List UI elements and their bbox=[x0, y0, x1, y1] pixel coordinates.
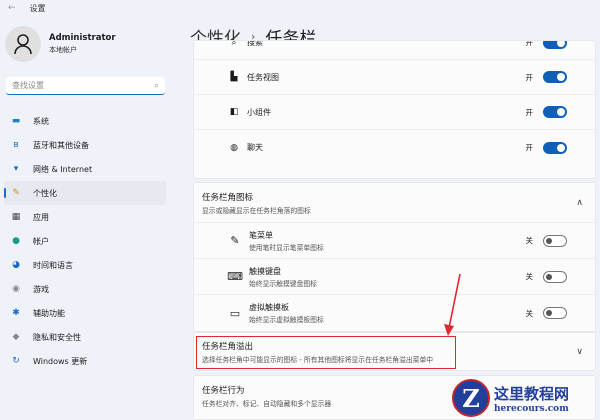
sidebar-item[interactable]: ◆ 隐私和安全性 bbox=[4, 325, 166, 349]
nav-icon: ▾ bbox=[13, 164, 19, 174]
nav-icon: ● bbox=[12, 236, 20, 246]
sidebar-item-label: 游戏 bbox=[33, 284, 49, 294]
toggle-state: 关 bbox=[525, 236, 534, 245]
annotation-arrow-icon bbox=[444, 273, 461, 336]
sidebar-item-label: 网络 & Internet bbox=[33, 164, 93, 174]
sidebar-item[interactable]: ✎ 个性化 bbox=[4, 181, 166, 205]
item-label: 笔菜单 bbox=[249, 230, 273, 240]
toggle-switch[interactable] bbox=[543, 307, 567, 319]
nav-icon: ◕ bbox=[12, 260, 20, 270]
sidebar-item-label: 隐私和安全性 bbox=[33, 332, 81, 342]
search-placeholder: 查找设置 bbox=[12, 81, 44, 90]
nav-icon: ✎ bbox=[12, 188, 20, 198]
toggle-state: 开 bbox=[525, 40, 534, 47]
toggle-row: ◍ 聊天 开 bbox=[194, 130, 595, 165]
item-label: 搜索 bbox=[247, 40, 263, 47]
sidebar-item-label: 系统 bbox=[33, 116, 49, 126]
nav-icon: ◉ bbox=[12, 284, 20, 294]
item-icon: ◧ bbox=[229, 107, 239, 117]
nav-icon: ↻ bbox=[12, 356, 20, 366]
window-title: 设置 bbox=[29, 3, 46, 13]
section-title: 任务栏行为 bbox=[202, 386, 245, 396]
title-bar: ← 设置 bbox=[8, 1, 46, 15]
corner-icons-header[interactable]: 任务栏角图标 显示或隐藏显示在任务栏角落的图标 ∧ bbox=[194, 183, 595, 223]
chevron-up-icon[interactable]: ∧ bbox=[576, 198, 583, 208]
toggle-state: 关 bbox=[525, 272, 534, 281]
search-icon: ⌕ bbox=[154, 80, 159, 90]
item-label: 小组件 bbox=[247, 107, 271, 117]
watermark-logo: Z bbox=[452, 379, 490, 417]
toggle-switch[interactable] bbox=[543, 234, 567, 247]
taskbar-items-card: ⌕ 搜索开 ▙ 任务视图开 ◧ 小组件开 ◍ 聊天开 bbox=[193, 40, 596, 179]
search-input[interactable]: 查找设置 ⌕ bbox=[6, 77, 165, 95]
item-label: 任务视图 bbox=[247, 72, 279, 82]
avatar bbox=[5, 26, 41, 62]
toggle-row: ⌕ 搜索 开 bbox=[194, 40, 595, 60]
sidebar-item[interactable]: ● 帐户 bbox=[4, 229, 166, 253]
sidebar-item-label: 帐户 bbox=[33, 236, 49, 246]
sidebar-item-label: 辅助功能 bbox=[33, 308, 65, 318]
sidebar-item[interactable]: ʙ 蓝牙和其他设备 bbox=[4, 133, 166, 157]
corner-icons-card: 任务栏角图标 显示或隐藏显示在任务栏角落的图标 ∧ ✎ 笔菜单使用笔时显示笔菜单图… bbox=[193, 182, 596, 332]
sidebar-item[interactable]: ✱ 辅助功能 bbox=[4, 301, 166, 325]
item-label: 虚拟触摸板 bbox=[249, 303, 289, 312]
toggle-state: 开 bbox=[525, 72, 534, 82]
sidebar-item-label: Windows 更新 bbox=[33, 356, 88, 366]
nav-icon: ʙ bbox=[13, 140, 19, 150]
watermark-url: herecours.com bbox=[494, 403, 569, 414]
toggle-switch[interactable] bbox=[543, 106, 567, 118]
profile-type: 本地帐户 bbox=[49, 46, 77, 54]
back-button[interactable]: ← bbox=[8, 3, 16, 13]
highlight-box bbox=[196, 336, 456, 369]
watermark: Z 这里教程网 herecours.com bbox=[452, 378, 600, 418]
item-label: 聊天 bbox=[247, 143, 263, 152]
item-description: 始终显示虚拟触摸板图标 bbox=[249, 316, 324, 324]
toggle-switch[interactable] bbox=[543, 270, 567, 283]
sidebar-item-label: 蓝牙和其他设备 bbox=[33, 140, 89, 150]
toggle-state: 开 bbox=[525, 107, 534, 117]
section-subtitle: 任务栏对齐、标记、自动隐藏和多个显示器 bbox=[202, 400, 332, 408]
toggle-row: ▙ 任务视图 开 bbox=[194, 60, 595, 95]
item-icon: ▭ bbox=[229, 306, 241, 320]
toggle-switch[interactable] bbox=[543, 141, 567, 154]
profile-name: Administrator bbox=[49, 33, 116, 43]
toggle-row: ◧ 小组件 开 bbox=[194, 95, 595, 130]
sidebar-nav: ▬ 系统 ʙ 蓝牙和其他设备 ▾ 网络 & Internet ✎ 个性化 ▦ 应用 ● 帐户 ◕ 时间和语… bbox=[4, 109, 166, 373]
nav-icon: ◆ bbox=[12, 332, 20, 342]
toggle-row: ▭ 虚拟触摸板始终显示虚拟触摸板图标 关 bbox=[194, 295, 595, 331]
sidebar-item[interactable]: ▾ 网络 & Internet bbox=[4, 157, 166, 181]
nav-icon: ✱ bbox=[12, 308, 20, 318]
sidebar-item[interactable]: ◉ 游戏 bbox=[4, 277, 166, 301]
toggle-switch[interactable] bbox=[543, 71, 567, 83]
watermark-name: 这里教程网 bbox=[494, 384, 570, 403]
toggle-row: ⌨ 触摸键盘始终显示触摸键盘图标 关 bbox=[194, 259, 595, 295]
toggle-row: ✎ 笔菜单使用笔时显示笔菜单图标 关 bbox=[194, 223, 595, 259]
profile[interactable]: Administrator 本地帐户 bbox=[5, 26, 116, 62]
nav-icon: ▬ bbox=[11, 116, 21, 126]
sidebar-item-label: 个性化 bbox=[33, 188, 57, 198]
item-icon: ⌨ bbox=[227, 270, 243, 283]
sidebar-item-label: 应用 bbox=[33, 212, 49, 222]
user-icon bbox=[14, 34, 32, 55]
section-subtitle: 显示或隐藏显示在任务栏角落的图标 bbox=[202, 206, 311, 215]
item-label: 触摸键盘 bbox=[249, 266, 281, 276]
sidebar-item[interactable]: ◕ 时间和语言 bbox=[4, 253, 166, 277]
item-description: 使用笔时显示笔菜单图标 bbox=[249, 243, 324, 252]
toggle-state: 关 bbox=[525, 308, 534, 318]
toggle-switch[interactable] bbox=[543, 41, 567, 49]
item-icon: ⌕ bbox=[231, 40, 237, 48]
sidebar-item[interactable]: ▦ 应用 bbox=[4, 205, 166, 229]
item-description: 始终显示触摸键盘图标 bbox=[249, 279, 317, 288]
item-icon: ▙ bbox=[230, 72, 238, 82]
section-title: 任务栏角图标 bbox=[202, 192, 254, 203]
item-icon: ◍ bbox=[230, 142, 238, 153]
sidebar-item[interactable]: ▬ 系统 bbox=[4, 109, 166, 133]
sidebar-item-label: 时间和语言 bbox=[33, 260, 73, 270]
item-icon: ✎ bbox=[230, 234, 240, 247]
chevron-down-icon[interactable]: ∨ bbox=[576, 347, 583, 357]
sidebar-item[interactable]: ↻ Windows 更新 bbox=[4, 349, 166, 373]
nav-icon: ▦ bbox=[11, 212, 21, 222]
toggle-state: 开 bbox=[525, 143, 534, 152]
